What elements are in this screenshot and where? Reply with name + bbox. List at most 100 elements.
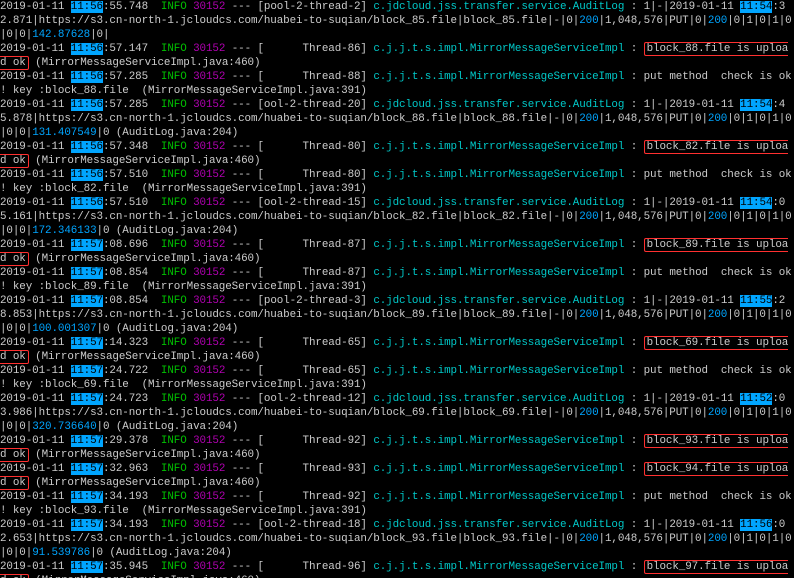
log-date: 2019-01-11 (0, 561, 71, 573)
log-dashes: --- (232, 393, 251, 405)
log-level: INFO (161, 239, 187, 251)
log-time: 11:56 (71, 169, 103, 181)
log-date: 2019-01-11 (0, 519, 71, 531)
log-line: 2019-01-11 11:56:57.510 INFO 30152 --- [… (0, 168, 794, 196)
log-seconds: :57.348 (103, 141, 161, 153)
log-seconds: :35.945 (103, 561, 161, 573)
log-seconds: :24.723 (103, 393, 161, 405)
log-date: 2019-01-11 (0, 141, 71, 153)
log-level: INFO (161, 267, 187, 279)
log-date: 2019-01-11 (0, 463, 71, 475)
log-pid: 30152 (193, 43, 225, 55)
log-dashes: --- (232, 43, 251, 55)
log-pid: 30152 (193, 141, 225, 153)
log-dashes: --- (232, 561, 251, 573)
log-seconds: :08.696 (103, 239, 161, 251)
log-time-inner: 11:56 (740, 519, 772, 531)
log-level: INFO (161, 197, 187, 209)
log-thread: [ Thread-88] (257, 71, 373, 83)
log-class: c.j.j.t.s.impl.MirrorMessageServiceImpl (373, 435, 630, 447)
log-line: 2019-01-11 11:56:57.285 INFO 30152 --- [… (0, 70, 794, 98)
log-class: c.j.j.t.s.impl.MirrorMessageServiceImpl (373, 491, 630, 503)
log-class: c.jdcloud.jss.transfer.service.AuditLog (373, 295, 630, 307)
log-seconds: :08.854 (103, 295, 161, 307)
log-class: c.j.j.t.s.impl.MirrorMessageServiceImpl (373, 337, 630, 349)
log-dashes: --- (232, 519, 251, 531)
log-line: 2019-01-11 11:57:29.378 INFO 30152 --- [… (0, 434, 794, 462)
log-level: INFO (161, 169, 187, 181)
log-time: 11:57 (71, 491, 103, 503)
log-class: c.j.j.t.s.impl.MirrorMessageServiceImpl (373, 267, 630, 279)
log-line: 2019-01-11 11:57:08.854 INFO 30152 --- [… (0, 294, 794, 336)
log-pid: 30152 (193, 337, 225, 349)
log-thread: [ Thread-96] (257, 561, 373, 573)
log-pid: 30152 (193, 519, 225, 531)
log-seconds: :34.193 (103, 519, 161, 531)
log-dashes: --- (232, 491, 251, 503)
log-pid: 30152 (193, 435, 225, 447)
log-line: 2019-01-11 11:57:14.323 INFO 30152 --- [… (0, 336, 794, 364)
log-level: INFO (161, 71, 187, 83)
log-thread: [ool-2-thread-20] (257, 99, 373, 111)
log-line: 2019-01-11 11:56:57.147 INFO 30152 --- [… (0, 42, 794, 70)
log-seconds: :57.285 (103, 71, 161, 83)
log-seconds: :08.854 (103, 267, 161, 279)
log-thread: [ Thread-92] (257, 435, 373, 447)
log-line: 2019-01-11 11:57:34.193 INFO 30152 --- [… (0, 518, 794, 560)
log-class: c.j.j.t.s.impl.MirrorMessageServiceImpl (373, 561, 630, 573)
log-date: 2019-01-11 (0, 295, 71, 307)
log-dashes: --- (232, 141, 251, 153)
log-level: INFO (161, 99, 187, 111)
log-date: 2019-01-11 (0, 267, 71, 279)
log-time: 11:57 (71, 295, 103, 307)
log-seconds: :57.285 (103, 99, 161, 111)
log-line: 2019-01-11 11:56:57.348 INFO 30152 --- [… (0, 140, 794, 168)
log-date: 2019-01-11 (0, 99, 71, 111)
log-thread: [ Thread-65] (257, 365, 373, 377)
log-date: 2019-01-11 (0, 337, 71, 349)
log-level: INFO (161, 295, 187, 307)
log-thread: [pool-2-thread-3] (257, 295, 373, 307)
log-pid: 30152 (193, 393, 225, 405)
log-time: 11:56 (71, 99, 103, 111)
log-thread: [ Thread-87] (257, 267, 373, 279)
log-line: 2019-01-11 11:56:55.748 INFO 30152 --- [… (0, 0, 794, 42)
log-time-inner: 11:55 (740, 295, 772, 307)
log-pid: 30152 (193, 239, 225, 251)
log-level: INFO (161, 43, 187, 55)
log-pid: 30152 (193, 197, 225, 209)
log-level: INFO (161, 365, 187, 377)
log-output[interactable]: 2019-01-11 11:56:55.748 INFO 30152 --- [… (0, 0, 794, 578)
log-date: 2019-01-11 (0, 1, 71, 13)
log-line: 2019-01-11 11:57:32.963 INFO 30152 --- [… (0, 462, 794, 490)
log-dashes: --- (232, 463, 251, 475)
log-time: 11:57 (71, 435, 103, 447)
log-pid: 30152 (193, 1, 225, 13)
log-seconds: :14.323 (103, 337, 161, 349)
log-level: INFO (161, 435, 187, 447)
log-level: INFO (161, 463, 187, 475)
log-time: 11:57 (71, 393, 103, 405)
log-dashes: --- (232, 197, 251, 209)
log-class: c.jdcloud.jss.transfer.service.AuditLog (373, 393, 630, 405)
log-dashes: --- (232, 99, 251, 111)
log-line: 2019-01-11 11:57:08.854 INFO 30152 --- [… (0, 266, 794, 294)
log-class: c.j.j.t.s.impl.MirrorMessageServiceImpl (373, 43, 630, 55)
log-pid: 30152 (193, 295, 225, 307)
log-thread: [ Thread-80] (257, 141, 373, 153)
log-pid: 30152 (193, 71, 225, 83)
log-dashes: --- (232, 365, 251, 377)
log-seconds: :57.510 (103, 169, 161, 181)
log-date: 2019-01-11 (0, 365, 71, 377)
log-date: 2019-01-11 (0, 169, 71, 181)
log-line: 2019-01-11 11:56:57.510 INFO 30152 --- [… (0, 196, 794, 238)
log-dashes: --- (232, 71, 251, 83)
log-time-inner: 11:54 (740, 197, 772, 209)
log-date: 2019-01-11 (0, 393, 71, 405)
log-time: 11:57 (71, 337, 103, 349)
log-pid: 30152 (193, 463, 225, 475)
log-line: 2019-01-11 11:56:57.285 INFO 30152 --- [… (0, 98, 794, 140)
log-thread: [ool-2-thread-18] (257, 519, 373, 531)
log-class: c.j.j.t.s.impl.MirrorMessageServiceImpl (373, 365, 630, 377)
log-class: c.j.j.t.s.impl.MirrorMessageServiceImpl (373, 239, 630, 251)
